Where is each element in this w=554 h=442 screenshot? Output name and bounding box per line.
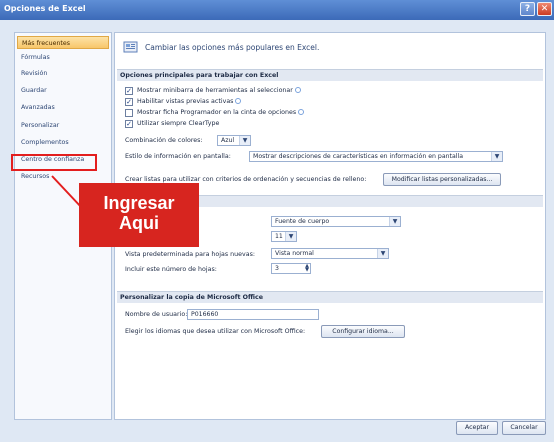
chevron-down-icon: ▼ <box>239 136 250 145</box>
default-view-select[interactable]: Vista normal ▼ <box>271 248 389 259</box>
sidebar-item-revision[interactable]: Revisión <box>17 67 109 80</box>
configure-language-button[interactable]: Configurar idioma... <box>321 325 405 338</box>
sidebar-item-mas-frecuentes[interactable]: Más frecuentes <box>17 36 109 49</box>
user-name-input[interactable]: P016660 <box>187 309 319 320</box>
sidebar-item-recursos[interactable]: Recursos <box>17 170 109 183</box>
color-scheme-label: Combinación de colores: <box>125 137 203 144</box>
help-button[interactable]: ? <box>520 2 535 16</box>
chevron-down-icon: ▼ <box>285 232 296 241</box>
instruction-callout: Ingresar Aqui <box>79 183 199 247</box>
sidebar-item-guardar[interactable]: Guardar <box>17 84 109 97</box>
cancel-button[interactable]: Cancelar <box>502 421 546 435</box>
sheet-count-label: Incluir este número de hojas: <box>125 266 217 273</box>
spinner-icon[interactable]: ▲ ▼ <box>305 264 309 273</box>
option-live-preview-label: Habilitar vistas previas activas <box>137 97 242 107</box>
info-icon <box>298 109 305 115</box>
chevron-down-icon: ▼ <box>377 249 388 258</box>
sidebar-item-complementos[interactable]: Complementos <box>17 136 109 149</box>
close-icon: ✕ <box>540 4 549 14</box>
option-developer-tab-label: Mostrar ficha Programador en la cinta de… <box>137 108 305 118</box>
option-cleartype-label: Utilizar siempre ClearType <box>137 120 220 127</box>
checkbox-cleartype[interactable]: ✓ <box>125 120 133 128</box>
chevron-down-icon: ▼ <box>389 217 400 226</box>
callout-line-1: Ingresar <box>103 193 175 213</box>
sidebar-item-formulas[interactable]: Fórmulas <box>17 51 109 64</box>
sidebar-item-personalizar[interactable]: Personalizar <box>17 119 109 132</box>
language-label: Elegir los idiomas que desea utilizar co… <box>125 328 306 335</box>
screentip-style-label: Estilo de información en pantalla: <box>125 153 231 160</box>
close-button[interactable]: ✕ <box>537 2 552 16</box>
option-developer-tab-text: Mostrar ficha Programador en la cinta de… <box>137 109 297 116</box>
highlight-box-trust-center <box>11 154 97 171</box>
checkbox-developer-tab[interactable] <box>125 109 133 117</box>
section-header-main-options: Opciones principales para trabajar con E… <box>117 69 543 81</box>
default-view-value: Vista normal <box>275 250 314 257</box>
sheet-count-input[interactable]: 3 ▲ ▼ <box>271 263 311 274</box>
color-scheme-select[interactable]: Azul ▼ <box>217 135 251 146</box>
font-size-value: 11 <box>275 233 283 240</box>
ok-button[interactable]: Aceptar <box>456 421 498 435</box>
edit-custom-lists-button[interactable]: Modificar listas personalizadas... <box>383 173 501 186</box>
sidebar-item-avanzadas[interactable]: Avanzadas <box>17 101 109 114</box>
color-scheme-value: Azul <box>221 137 235 144</box>
screentip-style-select[interactable]: Mostrar descripciones de características… <box>249 151 503 162</box>
option-live-preview-text: Habilitar vistas previas activas <box>137 98 234 105</box>
default-view-label: Vista predeterminada para hojas nuevas: <box>125 251 256 258</box>
info-icon <box>294 87 301 93</box>
font-size-select[interactable]: 11 ▼ <box>271 231 297 242</box>
info-icon <box>235 98 242 104</box>
page-heading: Cambiar las opciones más populares en Ex… <box>145 43 320 52</box>
section-header-personalize: Personalizar la copia de Microsoft Offic… <box>117 291 543 303</box>
option-minibar-text: Mostrar minibarra de herramientas al sel… <box>137 87 293 94</box>
help-icon: ? <box>524 4 531 14</box>
chevron-down-icon: ▼ <box>491 152 502 161</box>
dialog-title: Opciones de Excel <box>4 4 86 13</box>
options-icon <box>123 41 138 53</box>
checkbox-live-preview[interactable]: ✓ <box>125 98 133 106</box>
callout-line-2: Aqui <box>119 213 159 233</box>
screentip-style-value: Mostrar descripciones de características… <box>253 153 464 160</box>
font-select[interactable]: Fuente de cuerpo ▼ <box>271 216 401 227</box>
dialog-title-bar: Opciones de Excel ? ✕ <box>0 0 554 20</box>
font-value: Fuente de cuerpo <box>275 218 330 225</box>
user-name-label: Nombre de usuario: <box>125 311 188 318</box>
option-minibar-label: Mostrar minibarra de herramientas al sel… <box>137 86 301 96</box>
sheet-count-value: 3 <box>275 265 279 272</box>
checkbox-minibar[interactable]: ✓ <box>125 87 133 95</box>
